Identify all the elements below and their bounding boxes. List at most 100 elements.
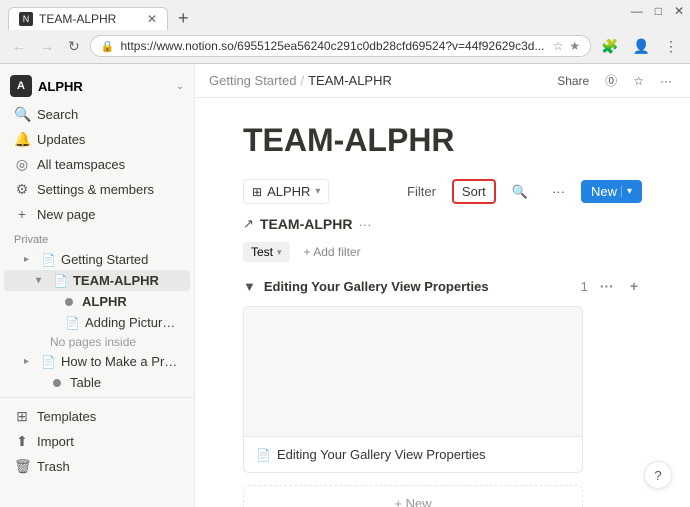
how-to-make-label: How to Make a Progres...: [61, 354, 180, 369]
sidebar-item-trash[interactable]: 🗑 Trash: [4, 454, 190, 479]
trash-icon: 🗑: [14, 458, 30, 475]
filter-tag-chevron-icon: ▾: [277, 247, 282, 258]
adding-pictures-label: Adding Pictures to Yo...: [85, 315, 180, 330]
tree-item-getting-started[interactable]: ▸ 📄 Getting Started: [4, 249, 190, 270]
gallery-add-icon[interactable]: +: [626, 276, 642, 296]
filter-tag-label: Test: [251, 245, 273, 259]
gallery-more-icon[interactable]: ···: [596, 276, 618, 296]
topbar-more-icon[interactable]: ···: [656, 72, 676, 90]
sidebar-item-settings[interactable]: ⚙ Settings & members: [4, 177, 190, 202]
filter-bar: Test ▾ + Add filter: [243, 242, 642, 262]
sidebar-teamspaces-label: All teamspaces: [37, 157, 180, 172]
minimize-button[interactable]: —: [625, 4, 649, 18]
sidebar-item-newpage[interactable]: + New page: [4, 202, 190, 226]
back-button[interactable]: ←: [8, 36, 30, 56]
profile-button[interactable]: 👤: [629, 36, 654, 57]
filter-button[interactable]: Filter: [399, 180, 444, 203]
gallery-collapse-icon[interactable]: ▼: [243, 279, 256, 294]
search-db-button[interactable]: 🔍: [504, 180, 536, 204]
share-button[interactable]: Share: [553, 72, 593, 90]
extension-icon[interactable]: ★: [569, 39, 580, 53]
tree-item-how-to-make[interactable]: ▸ 📄 How to Make a Progres...: [4, 351, 190, 372]
db-more-button[interactable]: ···: [544, 180, 573, 203]
record-title-row: ↗ TEAM-ALPHR ···: [243, 216, 642, 232]
tab-title: TEAM-ALPHR: [39, 12, 141, 26]
tab-close-button[interactable]: ✕: [147, 12, 157, 26]
sort-button[interactable]: Sort: [452, 179, 496, 204]
star-icon[interactable]: ☆: [629, 72, 648, 90]
new-row-button[interactable]: + New: [243, 485, 583, 507]
getting-started-label: Getting Started: [61, 252, 180, 267]
new-button-label: New: [591, 184, 617, 199]
close-button[interactable]: ✕: [668, 4, 690, 18]
gallery-card-footer: 📄 Editing Your Gallery View Properties: [244, 437, 582, 472]
breadcrumb-current: TEAM-ALPHR: [308, 73, 392, 88]
reload-button[interactable]: ↻: [64, 36, 84, 57]
filter-tag-test[interactable]: Test ▾: [243, 242, 290, 262]
how-to-make-page-icon: 📄: [41, 355, 56, 369]
table-dot-icon: [53, 379, 61, 387]
table-label: Table: [70, 375, 180, 390]
breadcrumb: Getting Started / TEAM-ALPHR: [209, 73, 545, 88]
db-toolbar: ⊞ ALPHR ▾ Filter Sort 🔍 ··· New ▾: [243, 179, 642, 204]
help-icon[interactable]: ⓪: [601, 70, 621, 91]
sidebar-item-updates[interactable]: 🔔 Updates: [4, 127, 190, 152]
team-alphr-label: TEAM-ALPHR: [73, 273, 180, 288]
sidebar-item-search[interactable]: 🔍 Search: [4, 102, 190, 127]
gallery-section-header: ▼ Editing Your Gallery View Properties 1…: [243, 276, 642, 296]
record-more-icon[interactable]: ···: [358, 217, 371, 232]
adding-pictures-page-icon: 📄: [65, 316, 80, 330]
maximize-button[interactable]: □: [649, 4, 668, 18]
team-alphr-page-icon: 📄: [53, 274, 68, 288]
add-filter-button[interactable]: + Add filter: [298, 242, 367, 262]
active-tab[interactable]: N TEAM-ALPHR ✕: [8, 7, 168, 30]
extensions-button[interactable]: 🧩: [597, 36, 622, 57]
tree-item-adding-pictures[interactable]: 📄 Adding Pictures to Yo...: [4, 312, 190, 333]
tree-item-table[interactable]: Table: [4, 372, 190, 393]
url-bar[interactable]: 🔒 https://www.notion.so/6955125ea56240c2…: [90, 35, 591, 57]
db-view-name: ALPHR: [267, 184, 310, 199]
sidebar-settings-label: Settings & members: [37, 182, 180, 197]
bookmark-icon[interactable]: ☆: [553, 39, 564, 53]
new-button[interactable]: New ▾: [581, 180, 642, 203]
workspace-switcher[interactable]: A ALPHR ⌄: [0, 70, 194, 102]
new-tab-button[interactable]: +: [172, 6, 195, 31]
new-button-chevron-icon: ▾: [621, 186, 632, 197]
sidebar-item-teamspaces[interactable]: ◎ All teamspaces: [4, 152, 190, 177]
gallery-card[interactable]: 📄 Editing Your Gallery View Properties: [243, 306, 583, 473]
page-content: TEAM-ALPHR ⊞ ALPHR ▾ Filter Sort 🔍 ··· N…: [195, 98, 690, 507]
url-text: https://www.notion.so/6955125ea56240c291…: [120, 39, 546, 53]
sidebar-newpage-label: New page: [37, 207, 180, 222]
alphr-label: ALPHR: [82, 294, 180, 309]
sidebar-updates-label: Updates: [37, 132, 180, 147]
help-button[interactable]: ?: [644, 461, 672, 489]
record-title[interactable]: TEAM-ALPHR: [260, 216, 353, 232]
record-arrow-icon: ↗: [243, 216, 254, 232]
main-content: Getting Started / TEAM-ALPHR Share ⓪ ☆ ·…: [195, 64, 690, 507]
alphr-dot-icon: [65, 298, 73, 306]
search-icon: 🔍: [14, 106, 30, 123]
newpage-icon: +: [14, 206, 30, 222]
teamspaces-icon: ◎: [14, 156, 30, 173]
settings-icon: ⚙: [14, 181, 30, 198]
sidebar-import-label: Import: [37, 434, 180, 449]
sidebar-item-templates[interactable]: ⊞ Templates: [4, 404, 190, 429]
gallery-view-icon: ⊞: [252, 185, 262, 199]
getting-started-chevron-icon: ▸: [24, 254, 36, 265]
breadcrumb-parent[interactable]: Getting Started: [209, 73, 296, 88]
sidebar-search-label: Search: [37, 107, 180, 122]
private-section-label: Private: [0, 226, 194, 249]
sidebar: A ALPHR ⌄ 🔍 Search 🔔 Updates ◎ All teams…: [0, 64, 195, 507]
db-view-button[interactable]: ⊞ ALPHR ▾: [243, 179, 329, 204]
db-view-chevron-icon: ▾: [315, 186, 320, 197]
tree-item-team-alphr[interactable]: ▾ 📄 TEAM-ALPHR: [4, 270, 190, 291]
browser-chrome: N TEAM-ALPHR ✕ + — □ ✕ ← → ↻ 🔒 https://w…: [0, 0, 690, 64]
topbar: Getting Started / TEAM-ALPHR Share ⓪ ☆ ·…: [195, 64, 690, 98]
topbar-actions: Share ⓪ ☆ ···: [553, 70, 676, 91]
tree-item-alphr[interactable]: ALPHR: [4, 291, 190, 312]
forward-button[interactable]: →: [36, 36, 58, 56]
sidebar-item-import[interactable]: ⬆ Import: [4, 429, 190, 454]
gallery-section-title: Editing Your Gallery View Properties: [264, 279, 573, 294]
browser-more-button[interactable]: ⋮: [660, 36, 682, 57]
templates-icon: ⊞: [14, 408, 30, 425]
